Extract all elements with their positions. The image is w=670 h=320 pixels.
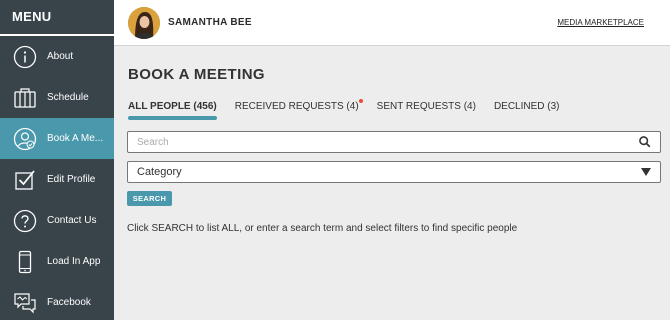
edit-check-icon (13, 168, 37, 192)
search-icon[interactable] (638, 135, 660, 149)
calendar-book-icon (13, 86, 37, 110)
sidebar-item-schedule[interactable]: Schedule (0, 77, 114, 118)
help-text: Click SEARCH to list ALL, or enter a sea… (127, 223, 518, 234)
search-box (127, 131, 661, 153)
sidebar-item-contact-us[interactable]: Contact Us (0, 200, 114, 241)
sidebar-item-label: Facebook (47, 297, 91, 308)
tab-declined[interactable]: DECLINED (3) (494, 101, 560, 112)
menu-title: MENU (0, 0, 114, 36)
facebook-chat-icon (13, 291, 37, 315)
avatar[interactable] (128, 6, 160, 39)
user-check-icon (13, 127, 37, 151)
notification-dot (358, 99, 363, 103)
mobile-phone-icon (13, 250, 37, 274)
tab-received-requests[interactable]: RECEIVED REQUESTS (4) (234, 99, 363, 112)
chevron-down-icon (641, 168, 660, 176)
category-selected-value: Category (137, 166, 182, 178)
info-icon (13, 45, 37, 69)
page-title: BOOK A MEETING (128, 66, 265, 83)
sidebar-item-label: Schedule (47, 92, 89, 103)
search-button[interactable]: SEARCH (127, 191, 172, 206)
sidebar-item-load-in-app[interactable]: Load In App (0, 241, 114, 282)
tab-sent-requests[interactable]: SENT REQUESTS (4) (377, 101, 476, 112)
tab-bar: ALL PEOPLE (456) RECEIVED REQUESTS (4) S… (128, 99, 578, 120)
sidebar-item-label: Book A Me... (47, 133, 104, 144)
question-icon (13, 209, 37, 233)
top-header: SAMANTHA BEE MEDIA MARKETPLACE (114, 0, 670, 46)
sidebar-item-label: About (47, 51, 74, 62)
sidebar-item-book-a-meeting[interactable]: Book A Me... (0, 118, 114, 159)
search-input[interactable] (137, 133, 638, 151)
sidebar-item-label: Contact Us (47, 215, 97, 226)
category-select[interactable]: Category (127, 161, 661, 183)
sidebar-item-facebook[interactable]: Facebook (0, 282, 114, 320)
user-name: SAMANTHA BEE (168, 17, 252, 28)
tab-all-people[interactable]: ALL PEOPLE (456) (128, 101, 217, 120)
main-content: BOOK A MEETING ALL PEOPLE (456) RECEIVED… (114, 47, 670, 320)
sidebar-item-edit-profile[interactable]: Edit Profile (0, 159, 114, 200)
sidebar-item-about[interactable]: About (0, 36, 114, 77)
sidebar-item-label: Edit Profile (47, 174, 96, 185)
tab-label: RECEIVED REQUESTS (4) (234, 101, 359, 112)
sidebar-item-label: Load In App (47, 256, 101, 267)
media-marketplace-link[interactable]: MEDIA MARKETPLACE (557, 18, 644, 27)
sidebar: MENU About Schedule Book A Me... Edit Pr… (0, 0, 114, 320)
